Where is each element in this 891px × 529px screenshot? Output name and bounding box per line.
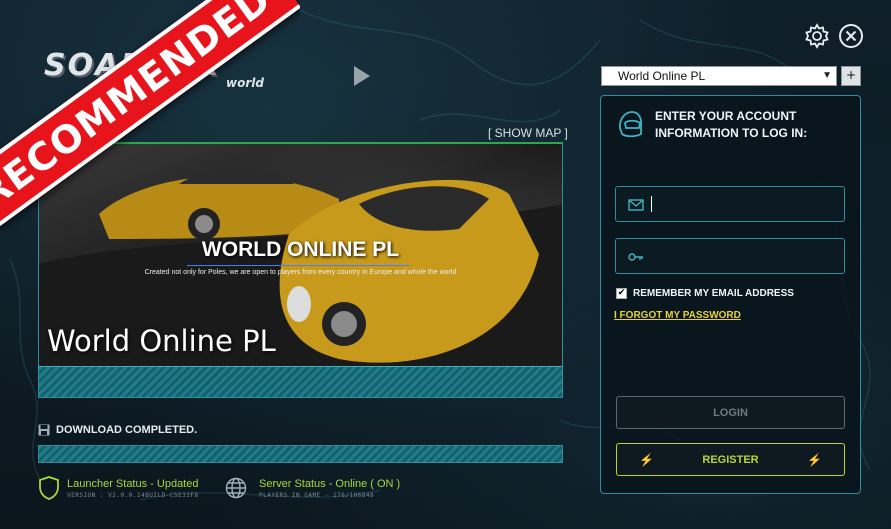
remember-email-label: REMEMBER MY EMAIL ADDRESS — [633, 288, 794, 299]
launcher-status-title: Launcher Status - Updated — [67, 478, 199, 490]
shield-icon — [39, 476, 59, 500]
globe-icon — [225, 477, 247, 499]
download-status-label: DOWNLOAD COMPLETED. — [56, 424, 198, 436]
launcher-status-version: VERSION : V2.0.0.14BUILD-C5E33F8 — [67, 492, 199, 499]
banner-tagline: Created not only for Poles, we are open … — [144, 269, 457, 276]
add-server-button[interactable]: + — [841, 66, 861, 86]
remember-email-checkbox[interactable]: ✔ — [616, 288, 627, 299]
floppy-disk-icon — [38, 424, 50, 436]
login-button[interactable]: LOGIN — [616, 396, 845, 429]
email-field[interactable] — [615, 186, 845, 222]
password-input[interactable] — [650, 245, 835, 267]
banner-server-title: World Online PL — [47, 324, 276, 358]
chevron-down-icon: ▼ — [822, 70, 832, 81]
download-progress-fill — [39, 446, 562, 462]
close-icon[interactable] — [838, 23, 864, 49]
password-field[interactable] — [615, 238, 845, 274]
pointer-arrow-icon — [354, 66, 370, 86]
download-progress-bar — [38, 445, 563, 463]
lightning-icon: ⚡ — [639, 453, 654, 467]
banner-stripe — [39, 366, 562, 397]
show-map-link[interactable]: [ SHOW MAP ] — [488, 126, 568, 140]
key-icon — [628, 253, 643, 261]
lightning-icon: ⚡ — [807, 453, 822, 467]
server-select-value: World Online PL — [618, 69, 706, 83]
register-button-label: REGISTER — [702, 453, 759, 466]
banner-heading: WORLD ONLINE PL — [201, 238, 400, 261]
login-button-label: LOGIN — [713, 406, 748, 419]
banner-divider — [187, 265, 409, 266]
envelope-icon — [628, 199, 644, 211]
server-select[interactable]: World Online PL ▼ — [601, 66, 837, 86]
forgot-password-link[interactable]: I FORGOT MY PASSWORD — [614, 310, 741, 321]
register-button[interactable]: ⚡ REGISTER ⚡ — [616, 443, 845, 476]
ribbon-text: RECOMMENDED — [0, 0, 280, 218]
email-input[interactable] — [650, 193, 835, 215]
recommended-ribbon: RECOMMENDED — [0, 0, 300, 230]
server-status-players: PLAYERS IN GAME - 176/106848 — [259, 492, 375, 499]
server-status-title: Server Status - Online ( ON ) — [259, 478, 401, 490]
gear-icon[interactable] — [804, 23, 830, 49]
helmet-icon — [619, 111, 643, 138]
login-heading: ENTER YOUR ACCOUNT INFORMATION TO LOG IN… — [655, 109, 808, 140]
